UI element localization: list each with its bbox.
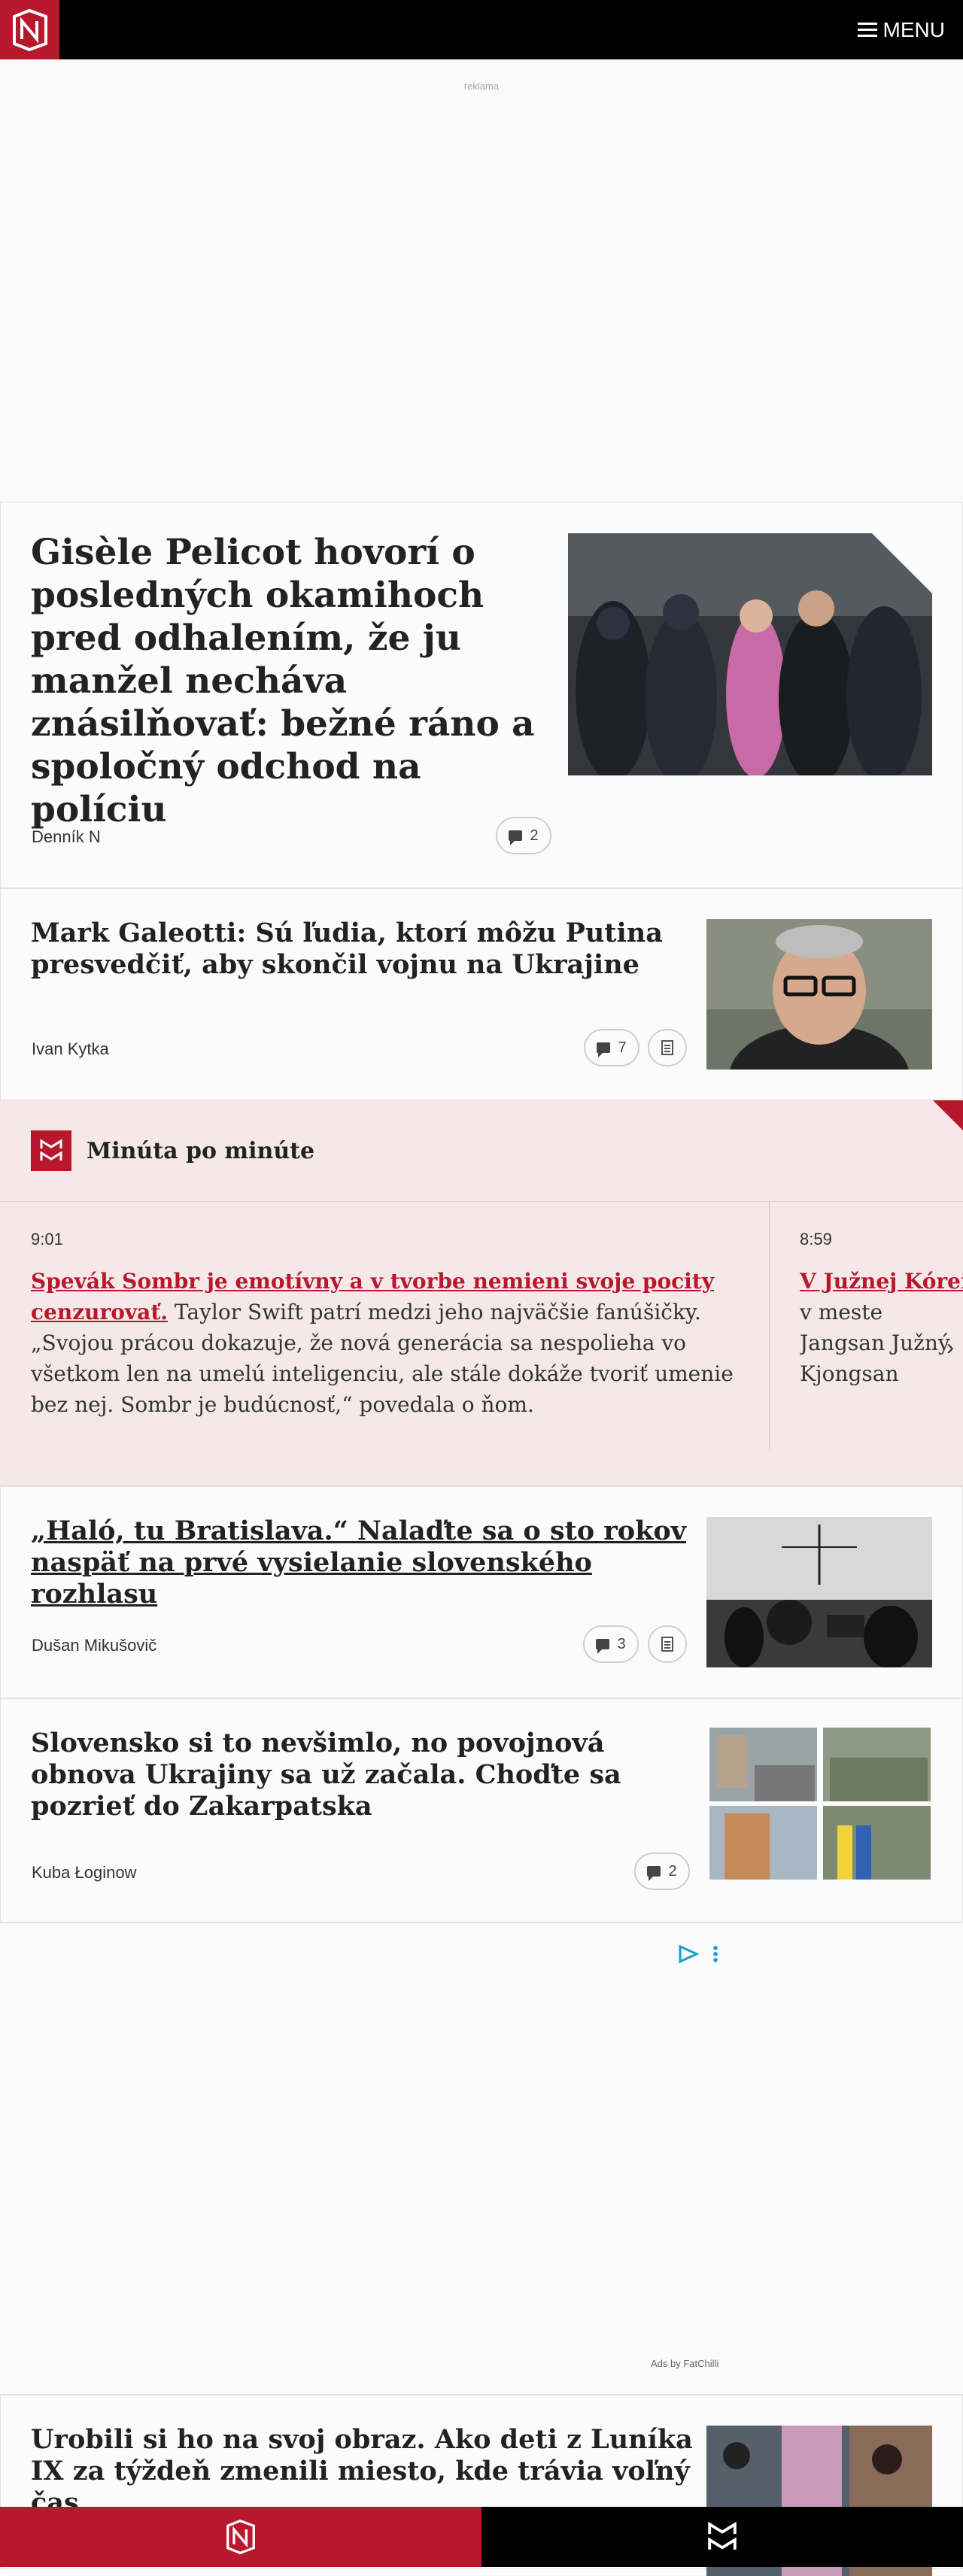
n-logo-icon: [12, 8, 47, 51]
divider: [769, 1201, 770, 1449]
comment-count: 2: [530, 827, 539, 844]
comment-icon: [647, 1866, 661, 1881]
live-item-headline-link[interactable]: V Južnej Kórei: [800, 1269, 963, 1294]
article-card[interactable]: Slovensko si to nevšimlo, no povojnová o…: [0, 1698, 963, 1922]
article-author[interactable]: Denník N: [32, 827, 101, 847]
article-photo-grid[interactable]: [709, 1728, 931, 1880]
article-photo[interactable]: [568, 533, 932, 775]
read-article-button[interactable]: [648, 1029, 687, 1067]
denniky-n-logo[interactable]: [0, 0, 59, 59]
article-photo[interactable]: [706, 1517, 932, 1667]
comment-icon: [509, 830, 523, 845]
portrait-photo: [706, 919, 932, 1070]
minute-by-minute-logo-icon[interactable]: [31, 1130, 71, 1171]
city-photos-grid: [709, 1728, 931, 1880]
article-photo[interactable]: [706, 919, 932, 1070]
document-icon: [661, 1637, 673, 1652]
comment-count: 3: [617, 1635, 626, 1652]
comment-count: 2: [668, 1862, 677, 1880]
comment-icon: [596, 1639, 610, 1654]
article-card[interactable]: Gisèle Pelicot hovorí o posledných okami…: [0, 502, 963, 888]
article-title[interactable]: „Haló, tu Bratislava.“ Nalaďte sa o sto …: [31, 1516, 693, 1610]
corner-ribbon-icon: [933, 1100, 963, 1130]
top-bar: MENU: [0, 0, 963, 59]
article-card[interactable]: Mark Galeotti: Sú ľudia, ktorí môžu Puti…: [0, 888, 963, 1100]
live-feed-header: Minúta po minúte: [0, 1100, 963, 1202]
live-item-time: 9:01: [31, 1230, 63, 1249]
minute-by-minute-icon: [708, 2521, 737, 2550]
comment-icon: [597, 1042, 611, 1057]
live-item[interactable]: 9:01 Spevák Sombr je emotívny a v tvorbe…: [31, 1201, 746, 1485]
ad-banner-mid[interactable]: Ads by FatChilli: [0, 1922, 963, 2395]
menu-label: MENU: [882, 18, 945, 41]
bottom-navigation: [0, 2507, 963, 2567]
live-item-time: 8:59: [800, 1230, 832, 1249]
hamburger-icon: [857, 23, 877, 38]
article-title[interactable]: Gisèle Pelicot hovorí o posledných okami…: [31, 531, 550, 831]
comments-button[interactable]: 3: [583, 1625, 639, 1663]
live-item-text: V Južnej Kórei v meste Jangsan Južný Kjo…: [800, 1266, 963, 1389]
menu-button[interactable]: MENU: [857, 17, 945, 44]
live-item[interactable]: 8:59 V Južnej Kórei v meste Jangsan Južn…: [800, 1201, 963, 1485]
comments-button[interactable]: 2: [634, 1852, 690, 1890]
n-logo-icon: [226, 2520, 255, 2554]
chevron-right-icon[interactable]: ›: [946, 1335, 954, 1361]
police-crowd-photo: [568, 533, 932, 775]
nav-home-button[interactable]: [0, 2507, 482, 2567]
article-author[interactable]: Ivan Kytka: [32, 1039, 109, 1059]
article-title[interactable]: Urobili si ho na svoj obraz. Ako deti z …: [31, 2424, 693, 2519]
live-item-body: v meste Jangsan Južný Kjongsan: [800, 1300, 950, 1386]
ad-attribution[interactable]: Ads by FatChilli: [651, 2358, 718, 2369]
article-author[interactable]: Kuba Łoginow: [32, 1863, 136, 1883]
article-card[interactable]: „Haló, tu Bratislava.“ Nalaďte sa o sto …: [0, 1486, 963, 1698]
read-article-button[interactable]: [648, 1625, 687, 1663]
adchoices-icon[interactable]: [679, 1944, 724, 1968]
article-author[interactable]: Dušan Mikušovič: [32, 1636, 156, 1655]
article-title[interactable]: Mark Galeotti: Sú ľudia, ktorí môžu Puti…: [31, 918, 678, 981]
ad-label: reklama: [463, 80, 500, 92]
comments-button[interactable]: 7: [584, 1029, 639, 1067]
article-title[interactable]: Slovensko si to nevšimlo, no povojnová o…: [31, 1728, 678, 1822]
radio-studio-photo: [706, 1517, 932, 1667]
live-feed-title[interactable]: Minúta po minúte: [87, 1138, 314, 1164]
live-item-text: Spevák Sombr je emotívny a v tvorbe nemi…: [31, 1266, 746, 1420]
comment-count: 7: [618, 1039, 627, 1056]
nav-minute-button[interactable]: [482, 2507, 963, 2567]
live-feed: Minúta po minúte 9:01 Spevák Sombr je em…: [0, 1100, 963, 1486]
ad-banner-top[interactable]: reklama: [0, 59, 963, 502]
comments-button[interactable]: 2: [496, 817, 551, 854]
document-icon: [661, 1040, 673, 1055]
